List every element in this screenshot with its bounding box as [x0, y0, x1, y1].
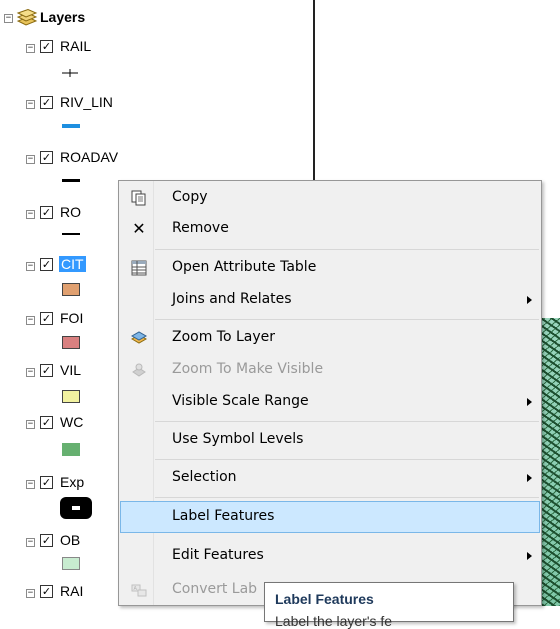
- layer-name-exp[interactable]: Exp: [60, 474, 84, 490]
- layer-visibility-checkbox[interactable]: ✓: [40, 151, 53, 164]
- zoom-visible-icon: [131, 362, 147, 378]
- layer-name-foi[interactable]: FOI: [60, 310, 83, 326]
- menu-item-selection[interactable]: Selection: [120, 463, 540, 494]
- ob-polygon-symbol: [62, 557, 80, 570]
- layer-visibility-checkbox[interactable]: ✓: [40, 96, 53, 109]
- menu-item-visible-scale-range[interactable]: Visible Scale Range: [120, 387, 540, 418]
- menu-item-label: Edit Features: [172, 547, 264, 563]
- tooltip-title: Label Features: [275, 591, 374, 607]
- menu-item-label: Open Attribute Table: [172, 259, 317, 275]
- menu-separator: [155, 421, 539, 422]
- menu-item-edit-features[interactable]: Edit Features: [120, 541, 540, 572]
- forest-polygon-symbol: [62, 336, 80, 349]
- layer-name-vil[interactable]: VIL: [60, 362, 81, 378]
- layer-collapse-toggle[interactable]: −: [26, 44, 35, 53]
- layer-visibility-checkbox[interactable]: ✓: [40, 585, 53, 598]
- menu-item-label: Label Features: [172, 508, 275, 524]
- svg-text:A: A: [134, 586, 138, 592]
- menu-item-zoom-to-layer[interactable]: Zoom To Layer: [120, 323, 540, 354]
- copy-icon: [131, 190, 147, 206]
- menu-separator: [155, 459, 539, 460]
- village-polygon-symbol: [62, 390, 80, 403]
- menu-item-label: Copy: [172, 189, 208, 205]
- layer-name-roadav[interactable]: ROADAV: [60, 149, 118, 165]
- menu-item-label: Use Symbol Levels: [172, 431, 304, 447]
- menu-item-open-attribute-table[interactable]: Open Attribute Table: [120, 253, 540, 284]
- menu-item-label: Joins and Relates: [172, 291, 292, 307]
- layer-collapse-toggle[interactable]: −: [26, 480, 35, 489]
- layer-name-cit[interactable]: CIT: [59, 256, 86, 272]
- menu-item-use-symbol-levels[interactable]: Use Symbol Levels: [120, 425, 540, 456]
- tooltip-body: Label the layer's fe: [275, 613, 393, 629]
- layer-visibility-checkbox[interactable]: ✓: [40, 476, 53, 489]
- convert-labels-icon: A: [131, 582, 147, 598]
- layer-collapse-toggle[interactable]: −: [26, 589, 35, 598]
- layers-stack-icon: [16, 8, 38, 27]
- exp-symbol: [60, 497, 92, 519]
- layers-root-label[interactable]: Layers: [40, 9, 85, 25]
- layer-collapse-toggle[interactable]: −: [26, 262, 35, 271]
- layer-name-riv-lin[interactable]: RIV_LIN: [60, 94, 113, 110]
- rail-line-symbol: [62, 66, 78, 77]
- menu-item-joins-and-relates[interactable]: Joins and Relates: [120, 285, 540, 316]
- layer-visibility-checkbox[interactable]: ✓: [40, 534, 53, 547]
- root-collapse-toggle[interactable]: −: [4, 14, 13, 23]
- submenu-arrow-icon: [527, 552, 532, 560]
- menu-item-label: Zoom To Layer: [172, 329, 276, 345]
- layer-collapse-toggle[interactable]: −: [26, 210, 35, 219]
- label-features-tooltip: Label Features Label the layer's fe: [264, 582, 514, 629]
- menu-separator: [155, 249, 539, 250]
- menu-item-label: Selection: [172, 469, 237, 485]
- menu-separator: [155, 497, 539, 498]
- layer-visibility-checkbox[interactable]: ✓: [40, 416, 53, 429]
- menu-item-label: Convert Lab: [172, 581, 258, 597]
- road-line-symbol: [62, 179, 80, 182]
- layer-name-rail[interactable]: RAIL: [60, 38, 91, 54]
- layer-collapse-toggle[interactable]: −: [26, 316, 35, 325]
- layer-visibility-checkbox[interactable]: ✓: [40, 40, 53, 53]
- layer-visibility-checkbox[interactable]: ✓: [40, 312, 53, 325]
- submenu-arrow-icon: [527, 398, 532, 406]
- menu-item-zoom-to-make-visible[interactable]: Zoom To Make Visible: [120, 355, 540, 386]
- menu-item-label-features[interactable]: Label Features: [120, 501, 540, 533]
- layer-visibility-checkbox[interactable]: ✓: [40, 258, 53, 271]
- layer-name-rai[interactable]: RAI: [60, 583, 83, 599]
- submenu-arrow-icon: [527, 296, 532, 304]
- table-icon: [131, 260, 147, 276]
- layer-collapse-toggle[interactable]: −: [26, 100, 35, 109]
- menu-item-label: Visible Scale Range: [172, 393, 309, 409]
- layer-collapse-toggle[interactable]: −: [26, 538, 35, 547]
- wc-polygon-symbol: [62, 443, 80, 456]
- menu-item-label: Zoom To Make Visible: [172, 361, 324, 377]
- river-line-symbol: [62, 124, 80, 128]
- city-polygon-symbol: [62, 283, 80, 296]
- layer-context-menu: Copy ✕ Remove Open Attribute Table Joins…: [118, 180, 542, 606]
- layer-name-ob[interactable]: OB: [60, 532, 80, 548]
- layer-collapse-toggle[interactable]: −: [26, 155, 35, 164]
- menu-item-remove[interactable]: ✕ Remove: [120, 214, 540, 245]
- zoom-layer-icon: [130, 330, 148, 346]
- layer-name-ro[interactable]: RO: [60, 204, 81, 220]
- menu-item-copy[interactable]: Copy: [120, 183, 540, 214]
- layer-collapse-toggle[interactable]: −: [26, 368, 35, 377]
- menu-separator: [155, 319, 539, 320]
- layer-visibility-checkbox[interactable]: ✓: [40, 364, 53, 377]
- layer-visibility-checkbox[interactable]: ✓: [40, 206, 53, 219]
- remove-icon: ✕: [132, 219, 146, 238]
- road-line-symbol: [62, 233, 80, 235]
- layer-collapse-toggle[interactable]: −: [26, 420, 35, 429]
- submenu-arrow-icon: [527, 474, 532, 482]
- menu-item-label: Remove: [172, 220, 229, 236]
- layer-name-wc[interactable]: WC: [60, 414, 83, 430]
